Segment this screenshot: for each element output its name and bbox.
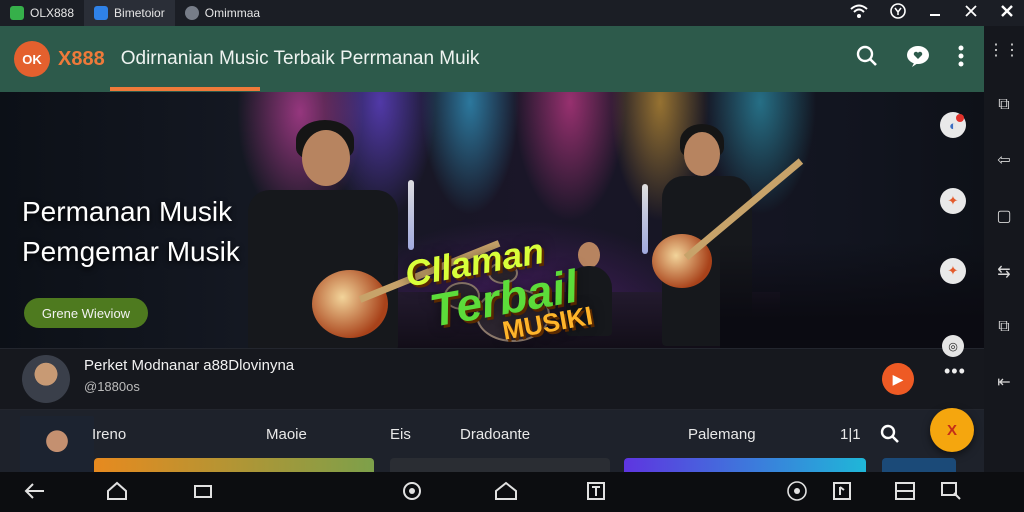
screenshot-icon[interactable] [832, 481, 852, 506]
crowd [720, 242, 984, 348]
content-card[interactable] [390, 458, 610, 472]
floating-action-button[interactable]: X [930, 408, 974, 452]
layout-icon[interactable] [894, 481, 916, 506]
hero-badge-title: CIlaman Terbail MUSIKI [402, 223, 595, 348]
app-root: OLX888 Bimetoior Omimmaa ⋮⋮ ⧉ ⇦ ▢ ⇆ ⧉ ⇤ … [0, 0, 1024, 512]
search-icon[interactable] [856, 45, 878, 73]
close-icon[interactable] [964, 4, 978, 22]
app-header: OK X888 Odirnanian Music Terbaik Perrman… [0, 26, 984, 92]
tab-bimetoior[interactable]: Bimetoior [84, 0, 175, 26]
minimize-icon[interactable] [928, 4, 942, 22]
notification-dot [956, 114, 964, 122]
chat-heart-icon[interactable] [906, 45, 930, 73]
content-card[interactable] [624, 458, 866, 472]
home-icon[interactable] [106, 481, 128, 506]
category-strip: Ireno Maoie Eis Dradoante Palemang 1|1 X [0, 408, 984, 472]
more-options-icon[interactable] [958, 45, 964, 73]
rotate-icon[interactable]: ⧉ [998, 96, 1009, 114]
screen-record-icon[interactable] [402, 481, 422, 506]
active-tab-indicator [110, 87, 260, 91]
app-icon [10, 6, 24, 20]
tab-label: OLX888 [30, 6, 75, 20]
page-title: Odirnanian Music Terbaik Perrmanan Muik [120, 48, 480, 69]
floating-chip-3[interactable]: ✦ [940, 258, 966, 284]
recent-apps-icon[interactable] [192, 481, 214, 506]
more-dots-icon[interactable]: ••• [944, 361, 966, 382]
brand-name: X888 [58, 47, 105, 70]
tab-label: Omimmaa [204, 6, 261, 20]
text-icon[interactable] [586, 481, 606, 506]
wifi-icon [850, 4, 868, 22]
app-icon [184, 6, 199, 20]
play-button[interactable]: ▶ [882, 363, 914, 395]
category-extra[interactable]: 1|1 [840, 426, 861, 443]
stage-light [642, 184, 648, 254]
now-playing-row[interactable]: Perket Modnanar a88Dlovinyna @1880os ▶ ◎… [0, 335, 984, 410]
stage-light [408, 180, 414, 250]
camera-icon[interactable] [786, 481, 808, 506]
system-rail: ⋮⋮ ⧉ ⇦ ▢ ⇆ ⧉ ⇤ [984, 26, 1024, 472]
tab-omimmaa[interactable]: Omimmaa [175, 0, 270, 26]
content-card[interactable] [94, 458, 374, 472]
category-palemang[interactable]: Palemang [688, 426, 756, 443]
close-icon[interactable] [1000, 4, 1014, 22]
collapse-icon[interactable]: ⇤ [997, 372, 1010, 392]
hero-subheadline: Pemgemar Musik [22, 236, 240, 267]
copy-icon[interactable]: ⧉ [998, 318, 1009, 336]
tab-olx888[interactable]: OLX888 [0, 0, 84, 26]
avatar[interactable] [22, 355, 70, 403]
bottom-navigation [0, 472, 1024, 512]
status-icons [850, 0, 1014, 26]
track-title: Perket Modnanar a88Dlovinyna [84, 357, 295, 374]
swap-icon[interactable]: ⇆ [997, 262, 1010, 282]
tab-label: Bimetoior [114, 6, 165, 20]
home-outline-icon[interactable] [494, 481, 518, 506]
category-thumbnail[interactable] [20, 416, 94, 472]
category-dradoante[interactable]: Dradoante [460, 426, 530, 443]
track-subtitle: @1880os [84, 379, 140, 394]
pointer-icon[interactable] [940, 481, 962, 506]
header-actions [856, 26, 964, 92]
brand-logo[interactable]: OK [14, 41, 50, 77]
back-icon[interactable] [24, 481, 46, 506]
window-tab-bar: OLX888 Bimetoior Omimmaa [0, 0, 1024, 26]
back-arrow-icon[interactable]: ⇦ [997, 150, 1010, 170]
category-ireno[interactable]: Ireno [92, 426, 126, 443]
app-icon [94, 6, 109, 20]
hero-banner[interactable]: Permanan Musik Pemgemar Musik Grene Wiev… [0, 92, 984, 348]
category-maoie[interactable]: Maoie [266, 426, 307, 443]
account-icon[interactable] [890, 3, 906, 23]
hero-headline: Permanan Musik [22, 196, 233, 227]
floating-chip-2[interactable]: ✦ [940, 188, 966, 214]
category-eis[interactable]: Eis [390, 426, 411, 443]
mini-chip-icon[interactable]: ◎ [942, 335, 964, 357]
square-icon[interactable]: ▢ [996, 206, 1011, 226]
search-icon[interactable] [880, 424, 900, 450]
hero-cta-button[interactable]: Grene Wieviow [24, 298, 148, 328]
more-vert-icon[interactable]: ⋮⋮ [988, 40, 1020, 60]
content-card[interactable] [882, 458, 956, 472]
